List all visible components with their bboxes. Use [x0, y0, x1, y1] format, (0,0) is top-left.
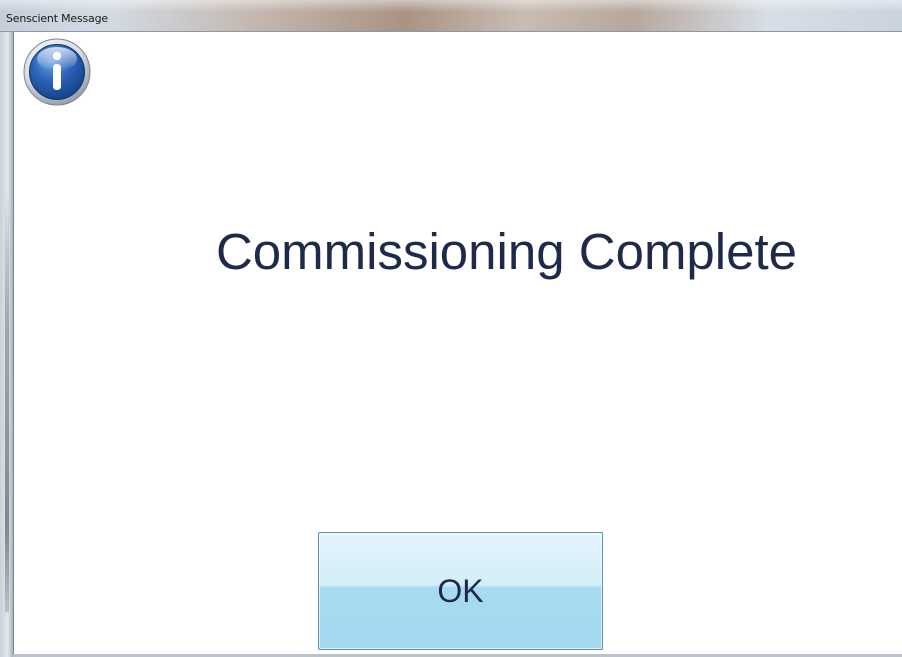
message-text: Commissioning Complete	[215, 223, 798, 280]
window-frame-left	[0, 32, 13, 657]
title-bar[interactable]: Senscient Message	[0, 0, 902, 32]
dialog-content: Commissioning Complete OK	[13, 32, 902, 657]
message-window: Senscient Message Commissioning Complete…	[0, 0, 902, 657]
ok-button-label: OK	[437, 573, 484, 609]
info-icon	[22, 37, 92, 107]
window-title: Senscient Message	[6, 12, 108, 25]
frame-shadow	[5, 192, 9, 612]
ok-button[interactable]: OK	[318, 532, 603, 650]
